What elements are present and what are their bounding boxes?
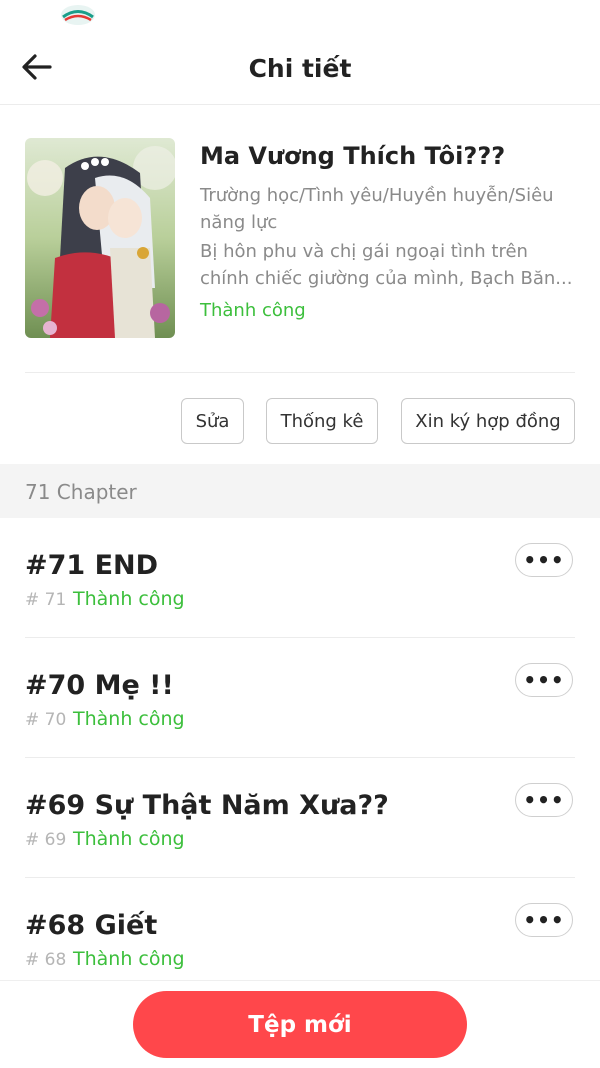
bottom-bar: Tệp mới	[0, 980, 600, 1068]
ellipsis-icon[interactable]: •••	[515, 783, 573, 817]
chapter-status: Thành công	[73, 588, 185, 610]
chapter-title: #71 END	[25, 550, 159, 581]
new-file-button[interactable]: Tệp mới	[133, 991, 467, 1058]
chapter-item[interactable]: #71 END # 71 Thành công •••	[25, 518, 575, 638]
chapter-title: #70 Mẹ !!	[25, 670, 174, 701]
ellipsis-icon[interactable]: •••	[515, 543, 573, 577]
book-description: Bị hôn phu và chị gái ngoại tình trên ch…	[200, 241, 573, 289]
book-status: Thành công	[200, 300, 306, 321]
divider	[25, 372, 575, 373]
app-header: Chi tiết	[0, 28, 600, 105]
stats-button[interactable]: Thống kê	[266, 398, 378, 444]
edit-button[interactable]: Sửa	[181, 398, 244, 444]
book-title: Ma Vương Thích Tôi???	[200, 142, 506, 170]
chapter-count-bar: 71 Chapter	[0, 464, 600, 518]
status-bar	[0, 0, 600, 28]
page-title: Chi tiết	[248, 54, 352, 83]
chapter-status: Thành công	[73, 828, 185, 850]
book-genre: Trường học/Tình yêu/Huyền huyễn/Siêu năn…	[200, 185, 554, 233]
chapter-number: # 71	[25, 590, 67, 610]
chapter-item[interactable]: #69 Sự Thật Năm Xưa?? # 69 Thành công ••…	[25, 758, 575, 878]
carrier-logo	[61, 5, 95, 25]
chapter-title: #69 Sự Thật Năm Xưa??	[25, 790, 389, 821]
request-contract-button[interactable]: Xin ký hợp đồng	[401, 398, 575, 444]
ellipsis-icon[interactable]: •••	[515, 663, 573, 697]
chapter-status: Thành công	[73, 708, 185, 730]
chapter-number: # 69	[25, 830, 67, 850]
ellipsis-icon[interactable]: •••	[515, 903, 573, 937]
chapter-count-label: 71 Chapter	[25, 480, 137, 504]
chapter-status: Thành công	[73, 948, 185, 970]
chapter-item[interactable]: #70 Mẹ !! # 70 Thành công •••	[25, 638, 575, 758]
book-card: Ma Vương Thích Tôi??? Trường học/Tình yê…	[25, 138, 575, 340]
chapter-number: # 68	[25, 950, 67, 970]
chapter-number: # 70	[25, 710, 67, 730]
chapter-title: #68 Giết	[25, 910, 158, 941]
book-cover-image[interactable]	[25, 138, 175, 338]
